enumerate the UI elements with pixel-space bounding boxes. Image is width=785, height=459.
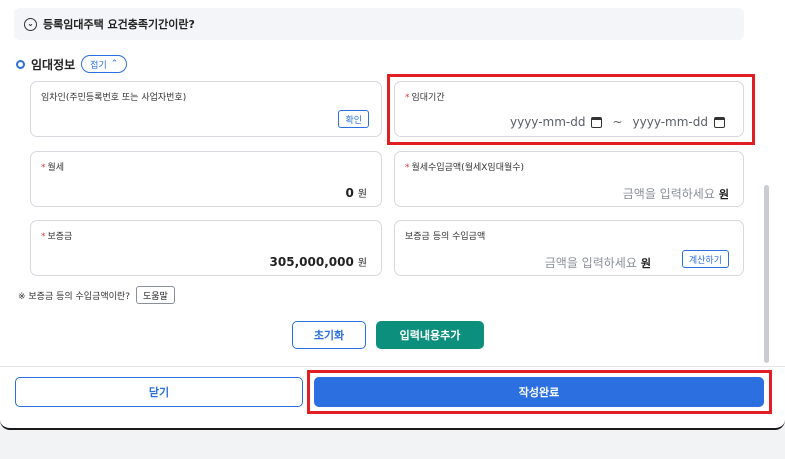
modal-panel: ⌄ 등록임대주택 요건충족기간이란? 임대정보 접기 ⌃ 임차인(주민등록번호 … <box>0 0 785 430</box>
monthly-income-input: 금액을 입력하세요 원 <box>622 187 729 201</box>
deposit-value: 305,000,000 원 <box>269 255 367 269</box>
calculate-button[interactable]: 계산하기 <box>681 250 729 268</box>
monthly-rent-field[interactable]: * 월세 0원 <box>30 151 382 207</box>
monthly-rent-label: * 월세 <box>41 163 65 173</box>
lessee-id-field[interactable]: 임차인(주민등록번호 또는 사업자번호) 확인 <box>30 81 382 137</box>
footer-divider <box>0 366 785 367</box>
info-bar-text: 등록임대주택 요건충족기간이란? <box>43 18 195 31</box>
deposit-income-note: ※ 보증금 등의 수입금액이란? 도움말 <box>18 286 175 304</box>
add-entry-button[interactable]: 입력내용추가 <box>376 321 484 349</box>
section-title: 임대정보 <box>31 57 76 72</box>
reset-button[interactable]: 초기화 <box>292 321 366 349</box>
deposit-income-label: 보증금 등의 수입금액 <box>405 232 486 242</box>
background-strip <box>0 432 785 459</box>
deposit-field[interactable]: * 보증금 305,000,000 원 <box>30 220 382 276</box>
monthly-income-label: * 월세수입금액(월세X임대월수) <box>405 163 525 173</box>
requirement-period-info-toggle[interactable]: ⌄ 등록임대주택 요건충족기간이란? <box>14 8 744 40</box>
highlight-complete-button <box>307 370 772 414</box>
monthly-income-field[interactable]: * 월세수입금액(월세X임대월수) 금액을 입력하세요 원 <box>394 151 744 207</box>
monthly-rent-value: 0원 <box>345 186 367 200</box>
close-button[interactable]: 닫기 <box>15 377 303 407</box>
deposit-income-input: 금액을 입력하세요 원 <box>544 256 651 270</box>
fold-label: 접기 <box>90 60 107 71</box>
highlight-rental-period <box>387 74 755 145</box>
section-header: 임대정보 접기 ⌃ <box>16 55 128 73</box>
deposit-label: * 보증금 <box>41 232 73 242</box>
lessee-id-label: 임차인(주민등록번호 또는 사업자번호) <box>41 93 187 103</box>
deposit-income-field[interactable]: 보증금 등의 수입금액 금액을 입력하세요 원 계산하기 <box>394 220 744 276</box>
confirm-button[interactable]: 확인 <box>338 110 369 128</box>
note-text: ※ 보증금 등의 수입금액이란? <box>18 291 130 302</box>
chevron-up-icon: ⌃ <box>110 59 119 69</box>
section-dot-icon <box>16 59 25 69</box>
fold-button[interactable]: 접기 ⌃ <box>81 55 128 73</box>
chevron-down-circle-icon: ⌄ <box>24 17 37 31</box>
help-button[interactable]: 도움말 <box>135 286 175 304</box>
scrollbar[interactable] <box>764 185 769 363</box>
